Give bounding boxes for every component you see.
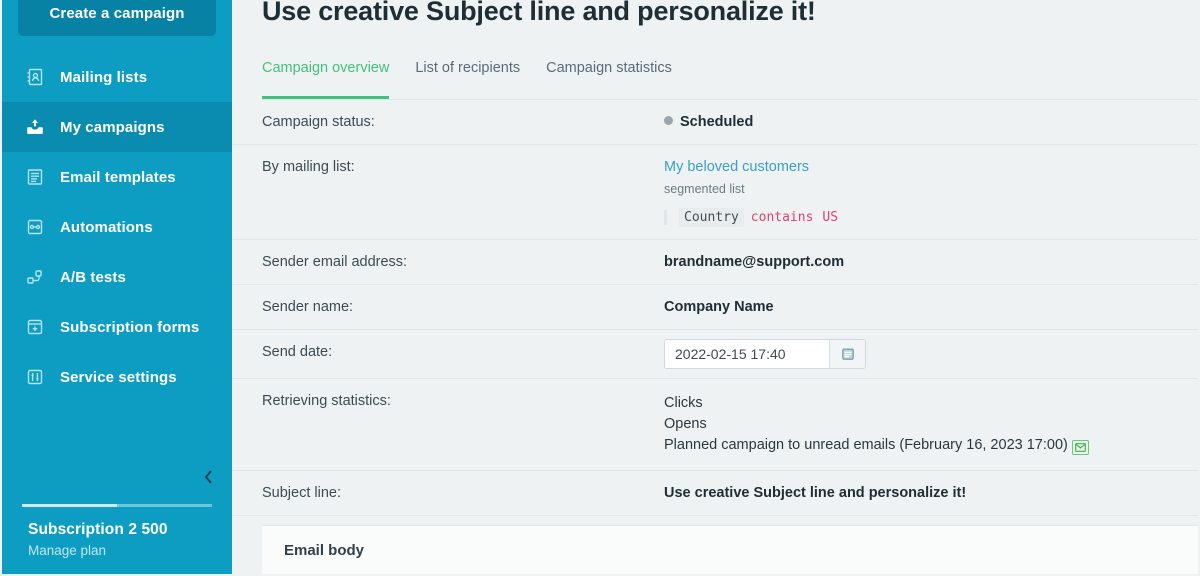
plan-title: Subscription 2 500: [28, 521, 232, 539]
sender-name-value: Company Name: [664, 299, 774, 315]
sidebar-item-label: Email templates: [60, 169, 176, 186]
automation-flow-icon: [24, 216, 46, 238]
sidebar-item-automations[interactable]: Automations: [2, 202, 232, 252]
status-dot-icon: [664, 116, 673, 125]
tab-campaign-statistics[interactable]: Campaign statistics: [546, 60, 672, 99]
page-title: Use creative Subject line and personaliz…: [262, 0, 816, 27]
row-label: By mailing list:: [232, 159, 664, 225]
sidebar-nav: Mailing lists My campaigns: [2, 52, 232, 402]
email-body-card: Email body: [262, 525, 1198, 574]
create-campaign-label: Create a campaign: [49, 5, 184, 22]
sidebar-item-email-templates[interactable]: Email templates: [2, 152, 232, 202]
tab-label: List of recipients: [415, 60, 520, 76]
row-label: Retrieving statistics:: [232, 393, 664, 456]
sidebar-item-label: Automations: [60, 219, 153, 236]
row-label: Campaign status:: [232, 114, 664, 130]
sidebar-item-subscription-forms[interactable]: Subscription forms: [2, 302, 232, 352]
row-mailing-list: By mailing list: My beloved customers se…: [232, 145, 1198, 240]
row-send-date: Send date:: [232, 330, 1198, 379]
sidebar-collapse-row: [2, 460, 232, 494]
sidebar: Create a campaign Mailing lists: [2, 0, 232, 574]
tab-list-of-recipients[interactable]: List of recipients: [415, 60, 520, 99]
row-value: My beloved customers segmented list Coun…: [664, 159, 838, 225]
row-label: Subject line:: [232, 485, 664, 501]
tab-label: Campaign overview: [262, 60, 389, 76]
envelope-icon[interactable]: [1072, 440, 1089, 455]
row-sender-name: Sender name: Company Name: [232, 285, 1198, 330]
send-date-input[interactable]: [665, 340, 829, 368]
status-badge: Scheduled: [680, 114, 753, 130]
sidebar-item-label: My campaigns: [60, 119, 165, 136]
chevron-left-icon[interactable]: [198, 467, 218, 487]
sidebar-item-label: A/B tests: [60, 269, 126, 286]
statistics-planned-campaign-text: Planned campaign to unread emails (Febru…: [664, 437, 1068, 453]
send-date-control: [664, 339, 866, 369]
row-label: Sender name:: [232, 299, 664, 315]
ab-test-icon: [24, 266, 46, 288]
row-value: [664, 339, 866, 369]
sidebar-item-ab-tests[interactable]: A/B tests: [2, 252, 232, 302]
condition-value: US: [822, 210, 838, 225]
sidebar-item-my-campaigns[interactable]: My campaigns: [2, 102, 232, 152]
sidebar-item-service-settings[interactable]: Service settings: [2, 352, 232, 402]
email-body-title: Email body: [262, 526, 1198, 559]
sliders-icon: [24, 366, 46, 388]
tab-campaign-overview[interactable]: Campaign overview: [262, 60, 389, 99]
row-value: Scheduled: [664, 114, 753, 130]
mailing-list-note: segmented list: [664, 182, 838, 196]
row-label: Sender email address:: [232, 254, 664, 270]
campaign-upload-icon: [24, 116, 46, 138]
row-campaign-status: Campaign status: Scheduled: [232, 100, 1198, 145]
statistics-opens: Opens: [664, 414, 1089, 435]
row-subject-line: Subject line: Use creative Subject line …: [232, 471, 1198, 516]
app-window: Create a campaign Mailing lists: [0, 0, 1200, 576]
plan-info: Subscription 2 500 Manage plan: [2, 507, 232, 574]
mailing-list-link[interactable]: My beloved customers: [664, 159, 838, 175]
manage-plan-link[interactable]: Manage plan: [28, 543, 232, 558]
row-retrieving-statistics: Retrieving statistics: Clicks Opens Plan…: [232, 379, 1198, 471]
condition-operator: contains: [751, 210, 814, 225]
condition-field: Country: [679, 208, 744, 227]
plan-progress-bar: [22, 504, 212, 507]
sidebar-item-mailing-lists[interactable]: Mailing lists: [2, 52, 232, 102]
main-content: Use creative Subject line and personaliz…: [232, 0, 1198, 574]
segment-condition: Country contains US: [664, 210, 838, 225]
campaign-overview-rows: Campaign status: Scheduled By mailing li…: [232, 100, 1198, 516]
contacts-book-icon: [24, 66, 46, 88]
row-label: Send date:: [232, 339, 664, 369]
sidebar-item-label: Mailing lists: [60, 69, 147, 86]
template-icon: [24, 166, 46, 188]
sidebar-spacer: [2, 402, 232, 460]
sender-email-value: brandname@support.com: [664, 254, 844, 270]
tab-label: Campaign statistics: [546, 60, 672, 76]
tab-bar: Campaign overview List of recipients Cam…: [262, 60, 1198, 100]
create-campaign-button[interactable]: Create a campaign: [18, 0, 216, 36]
row-value: Clicks Opens Planned campaign to unread …: [664, 393, 1089, 456]
row-sender-email: Sender email address: brandname@support.…: [232, 240, 1198, 285]
form-plus-icon: [24, 316, 46, 338]
statistics-clicks: Clicks: [664, 393, 1089, 414]
subject-line-value: Use creative Subject line and personaliz…: [664, 485, 966, 501]
sidebar-item-label: Service settings: [60, 369, 177, 386]
calendar-icon[interactable]: [829, 340, 865, 368]
statistics-planned-campaign: Planned campaign to unread emails (Febru…: [664, 435, 1089, 456]
sidebar-item-label: Subscription forms: [60, 319, 199, 336]
